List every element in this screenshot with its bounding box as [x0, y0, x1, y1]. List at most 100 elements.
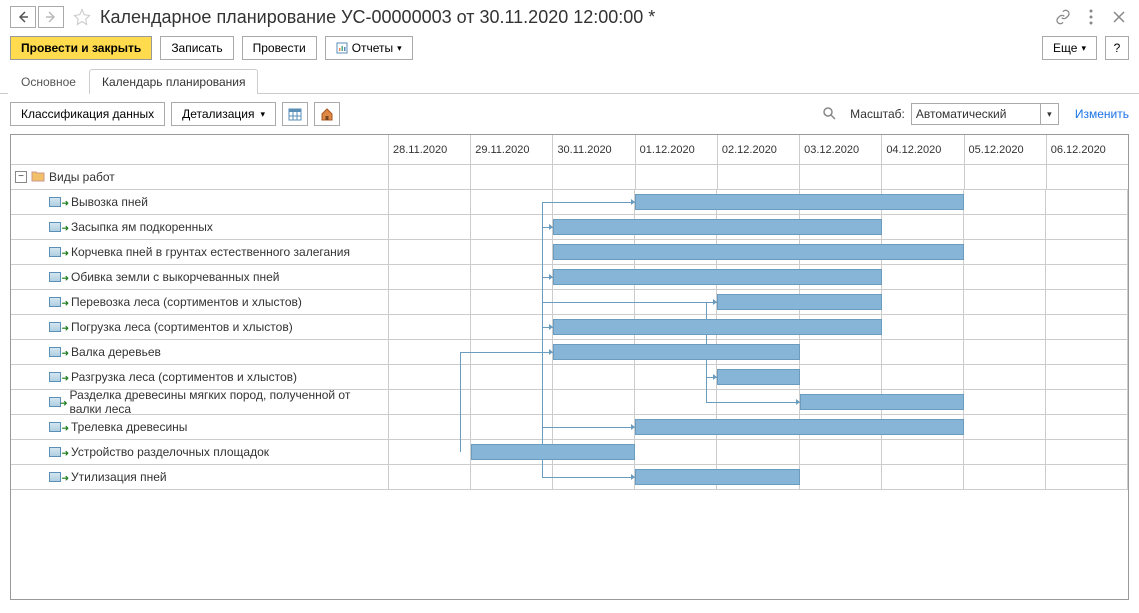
tab-calendar[interactable]: Календарь планирования: [89, 69, 259, 94]
gantt-row: [389, 340, 1128, 365]
task-icon: ➜: [49, 197, 65, 207]
change-link[interactable]: Изменить: [1075, 107, 1129, 121]
gantt-bar[interactable]: [553, 344, 799, 360]
gantt-row: [389, 190, 1128, 215]
save-button[interactable]: Записать: [160, 36, 233, 60]
tree-item[interactable]: ➜ Валка деревьев: [11, 340, 389, 365]
gantt-bar[interactable]: [635, 419, 963, 435]
tree-item-label: Валка деревьев: [71, 345, 161, 359]
task-icon: ➜: [49, 247, 65, 257]
home-icon: [320, 107, 334, 121]
task-icon: ➜: [49, 397, 64, 407]
arrow-left-icon: [17, 11, 29, 23]
subtoolbar: Классификация данных Детализация Масштаб…: [0, 94, 1139, 134]
report-icon: [336, 42, 348, 54]
more-button[interactable]: Еще: [1042, 36, 1097, 60]
tree-item[interactable]: ➜ Засыпка ям подкоренных: [11, 215, 389, 240]
header: Календарное планирование УС-00000003 от …: [0, 0, 1139, 32]
tree-item-label: Утилизация пней: [71, 470, 167, 484]
gantt-header-cell: 02.12.2020: [718, 135, 800, 164]
gantt-row: [389, 440, 1128, 465]
gantt-bar[interactable]: [717, 294, 881, 310]
tree-root[interactable]: − Виды работ: [11, 165, 389, 190]
gantt-header-cell: 03.12.2020: [800, 135, 882, 164]
search-icon[interactable]: [822, 106, 836, 123]
classification-button[interactable]: Классификация данных: [10, 102, 165, 126]
toolbar: Провести и закрыть Записать Провести Отч…: [0, 32, 1139, 68]
gantt-bar[interactable]: [635, 469, 799, 485]
tree-item[interactable]: ➜ Утилизация пней: [11, 465, 389, 490]
arrow-right-icon: [45, 11, 57, 23]
gantt-bar[interactable]: [717, 369, 799, 385]
gantt-header-cell: 30.11.2020: [553, 135, 635, 164]
gantt-header-cell: 01.12.2020: [636, 135, 718, 164]
tree-item[interactable]: ➜ Вывозка пней: [11, 190, 389, 215]
task-icon: ➜: [49, 322, 65, 332]
gantt-row: [389, 365, 1128, 390]
folder-icon: [31, 170, 45, 185]
task-icon: ➜: [49, 222, 65, 232]
tree-item[interactable]: ➜ Разделка древесины мягких пород, получ…: [11, 390, 389, 415]
home-button[interactable]: [314, 102, 340, 126]
tree-header: [11, 135, 389, 165]
collapse-icon[interactable]: −: [15, 171, 27, 183]
favorite-star-icon[interactable]: [72, 7, 92, 27]
tree-item-label: Разделка древесины мягких пород, получен…: [70, 388, 384, 416]
gantt-bar[interactable]: [553, 269, 881, 285]
post-and-close-button[interactable]: Провести и закрыть: [10, 36, 152, 60]
calendar-icon: [288, 107, 302, 121]
tree-item-label: Перевозка леса (сортиментов и хлыстов): [71, 295, 302, 309]
task-icon: ➜: [49, 447, 65, 457]
gantt-row: [389, 290, 1128, 315]
gantt-body: [389, 165, 1128, 599]
nav-back-button[interactable]: [10, 6, 36, 28]
reports-button[interactable]: Отчеты: [325, 36, 413, 60]
detail-button[interactable]: Детализация: [171, 102, 276, 126]
tab-main[interactable]: Основное: [8, 69, 89, 94]
tree-item[interactable]: ➜ Погрузка леса (сортиментов и хлыстов): [11, 315, 389, 340]
task-icon: ➜: [49, 372, 65, 382]
gantt-row: [389, 215, 1128, 240]
gantt-header: 28.11.202029.11.202030.11.202001.12.2020…: [389, 135, 1128, 165]
scale-select[interactable]: Автоматический: [911, 103, 1041, 125]
gantt-row: [389, 315, 1128, 340]
gantt-bar[interactable]: [800, 394, 964, 410]
tree-item-label: Обивка земли с выкорчеванных пней: [71, 270, 280, 284]
gantt-bar[interactable]: [553, 219, 881, 235]
gantt-container: − Виды работ ➜ Вывозка пней ➜ Засыпка ям…: [10, 134, 1129, 600]
link-icon[interactable]: [1053, 7, 1073, 27]
gantt-row: [389, 415, 1128, 440]
more-actions-icon[interactable]: [1081, 7, 1101, 27]
tree-item-label: Вывозка пней: [71, 195, 148, 209]
task-icon: ➜: [49, 422, 65, 432]
scale-dropdown-button[interactable]: ▾: [1041, 103, 1059, 125]
tree-item-label: Разгрузка леса (сортиментов и хлыстов): [71, 370, 297, 384]
task-icon: ➜: [49, 472, 65, 482]
tree-item-label: Трелевка древесины: [71, 420, 187, 434]
task-icon: ➜: [49, 347, 65, 357]
gantt-header-cell: 06.12.2020: [1047, 135, 1128, 164]
tree-item-label: Устройство разделочных площадок: [71, 445, 269, 459]
calendar-view-button[interactable]: [282, 102, 308, 126]
gantt-header-cell: 29.11.2020: [471, 135, 553, 164]
gantt-bar[interactable]: [471, 444, 635, 460]
tabs: Основное Календарь планирования: [0, 68, 1139, 94]
gantt-header-cell: 28.11.2020: [389, 135, 471, 164]
gantt-row: [389, 390, 1128, 415]
gantt-bar[interactable]: [635, 194, 963, 210]
gantt-panel[interactable]: 28.11.202029.11.202030.11.202001.12.2020…: [389, 135, 1128, 599]
gantt-bar[interactable]: [553, 319, 881, 335]
tree-item[interactable]: ➜ Устройство разделочных площадок: [11, 440, 389, 465]
tree-item[interactable]: ➜ Трелевка древесины: [11, 415, 389, 440]
tree-item[interactable]: ➜ Корчевка пней в грунтах естественного …: [11, 240, 389, 265]
post-button[interactable]: Провести: [242, 36, 317, 60]
nav-forward-button[interactable]: [38, 6, 64, 28]
gantt-row: [389, 465, 1128, 490]
tree-item[interactable]: ➜ Разгрузка леса (сортиментов и хлыстов): [11, 365, 389, 390]
gantt-header-cell: 04.12.2020: [882, 135, 964, 164]
help-button[interactable]: ?: [1105, 36, 1129, 60]
tree-item[interactable]: ➜ Обивка земли с выкорчеванных пней: [11, 265, 389, 290]
close-icon[interactable]: [1109, 7, 1129, 27]
gantt-bar[interactable]: [553, 244, 964, 260]
tree-item[interactable]: ➜ Перевозка леса (сортиментов и хлыстов): [11, 290, 389, 315]
